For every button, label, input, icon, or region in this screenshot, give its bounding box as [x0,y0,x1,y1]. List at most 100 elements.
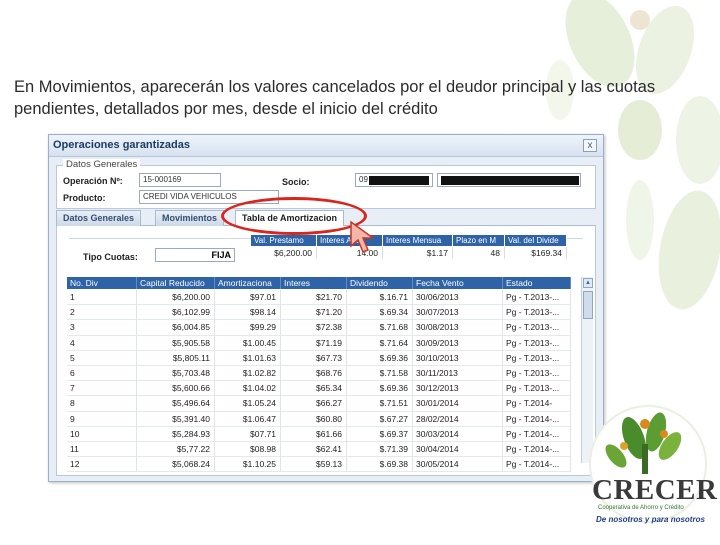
table-cell: 30/09/2013 [413,335,503,351]
table-cell: 30/12/2013 [413,381,503,397]
table-cell: $6,200.00 [137,290,215,305]
operacion-label: Operación Nº: [63,176,123,186]
scroll-up-icon[interactable]: ▲ [583,278,593,288]
table-cell: $.71.51 [347,396,413,412]
table-cell: Pg - T.2013-... [503,290,571,305]
table-cell: 30/01/2014 [413,396,503,412]
table-cell: 6 [67,366,137,381]
summary-value: $169.34 [505,247,567,259]
table-cell: $5,600.66 [137,381,215,397]
table-cell: $72.38 [281,320,347,336]
table-row[interactable]: 4 $5,905.58 $1.00.45 $71.19 $.71.64 30/09/201… [67,335,571,351]
table-cell: $1.04.02 [215,381,281,397]
tipo-cuotas-label: Tipo Cuotas: [83,252,138,262]
table-cell: 9 [67,411,137,427]
table-cell: $.69.37 [347,426,413,442]
table-row[interactable]: 6 $5,703.48 $1.02.82 $68.76 $.71.58 30/11/201… [67,366,571,382]
table-cell: 1 [67,290,137,305]
table-row[interactable]: 3 $6,004.85 $99.29 $72.38 $.71.68 30/08/2013 P… [67,320,571,336]
summary-value: $1.17 [383,247,453,259]
table-cell: Pg - T.2013-... [503,320,571,336]
table-row[interactable]: 12 $5,068.24 $1.10.25 $59.13 $.69.38 30/05/20… [67,457,571,473]
table-cell: Pg - T.2013-... [503,381,571,397]
table-cell: $60.80 [281,411,347,427]
tab-movimientos[interactable]: Movimientos [155,210,225,226]
table-cell: 30/05/2014 [413,457,503,473]
slide-caption: En Movimientos, aparecerán los valores c… [14,78,656,118]
table-row[interactable]: 9 $5,391.40 $1.06.47 $60.80 $.67.27 28/02/201… [67,411,571,427]
table-row[interactable]: 2 $6,102.99 $98.14 $71.20 $.69.34 30/07/2013 P… [67,305,571,321]
summary-value: 48 [453,247,505,259]
table-cell: $1.10.25 [215,457,281,473]
table-cell: Pg - T.2014-... [503,442,571,457]
table-cell: $08.98 [215,442,281,457]
table-cell: $5,703.48 [137,366,215,381]
table-cell: 28/02/2014 [413,411,503,427]
cursor-arrow-icon [350,220,376,253]
table-cell: $.69.38 [347,457,413,473]
column-header[interactable]: Estado [503,277,571,289]
table-cell: $97.01 [215,290,281,305]
table-row[interactable]: 11 $5,77.22 $08.98 $62.41 $.71.39 30/04/2014 P… [67,442,571,458]
table-row[interactable]: 5 $5,805.11 $1.01.63 $67.73 $.69.36 30/10/201… [67,350,571,366]
table-cell: 30/03/2014 [413,426,503,442]
table-cell: 8 [67,396,137,412]
table-cell: $59.13 [281,457,347,473]
window-title: Operaciones garantizadas [53,139,190,151]
table-cell: $1.02.82 [215,366,281,381]
close-icon[interactable]: x [583,139,597,152]
table-cell: 12 [67,457,137,473]
scrollbar-thumb[interactable] [583,291,593,319]
socio-label: Socio: [282,177,310,187]
logo-tagline: De nosotros y para nosotros [596,515,705,524]
table-cell: $1.01.63 [215,350,281,366]
crecer-logo: CRECER Cooperativa de Ahorro y Crédito D… [572,404,720,540]
table-cell: $5,391.40 [137,411,215,427]
column-header[interactable]: Amortizaciona [215,277,281,289]
summary-frame: Tipo Cuotas: FIJA Val. Prestamo Interes … [69,235,583,272]
table-cell: 30/06/2013 [413,290,503,305]
table-cell: $99.29 [215,320,281,336]
column-header[interactable]: Fecha Vento [413,277,503,289]
summary-value: $6,200.00 [251,247,317,259]
column-header[interactable]: No. Div [67,277,137,289]
highlight-ellipse [221,197,367,235]
table-cell: Pg - T.2013-... [503,305,571,321]
table-header: No. Div Capital Reducido Amortizaciona I… [67,277,571,289]
summary-header: Val. Prestamo [251,235,317,246]
group-legend: Datos Generales [63,159,141,170]
table-row[interactable]: 7 $5,600.66 $1.04.02 $65.34 $.69.36 30/12/201… [67,381,571,397]
logo-subtitle: Cooperativa de Ahorro y Crédito [598,505,684,511]
table-cell: $66.27 [281,396,347,412]
table-cell: $6,102.99 [137,305,215,321]
table-cell: $.69.36 [347,350,413,366]
summary-header: Plazo en M [453,235,505,246]
table-cell: 30/11/2013 [413,366,503,381]
table-cell: 11 [67,442,137,457]
table-row[interactable]: 10 $5,284.93 $07.71 $61.66 $.69.37 30/03/2014… [67,426,571,442]
table-cell: $67.73 [281,350,347,366]
operaciones-window: Operaciones garantizadas x Datos General… [48,134,604,482]
table-cell: 2 [67,305,137,321]
table-cell: Pg - T.2013-... [503,350,571,366]
tipo-cuotas-field[interactable]: FIJA [155,248,235,262]
column-header[interactable]: Capital Reducido [137,277,215,289]
table-cell: $1.05.24 [215,396,281,412]
column-header[interactable]: Interes [281,277,347,289]
table-cell: $71.20 [281,305,347,321]
table-cell: Pg - T.2013-... [503,366,571,381]
operacion-field[interactable]: 15-000169 [139,173,221,187]
table-cell: $98.14 [215,305,281,321]
table-cell: 30/04/2014 [413,442,503,457]
table-cell: Pg - T.2014-... [503,426,571,442]
table-row[interactable]: 8 $5,496.64 $1.05.24 $66.27 $.71.51 30/01/201… [67,396,571,412]
table-cell: $62.41 [281,442,347,457]
table-cell: $.71.64 [347,335,413,351]
table-cell: $1.00.45 [215,335,281,351]
column-header[interactable]: Dividendo [347,277,413,289]
summary-header: Interes Mensua [383,235,453,246]
table-cell: $61.66 [281,426,347,442]
table-cell: 7 [67,381,137,397]
table-row[interactable]: 1 $6,200.00 $97.01 $21.70 $.16.71 30/06/2013 P… [67,290,571,306]
tab-datos-generales[interactable]: Datos Generales [56,210,142,226]
